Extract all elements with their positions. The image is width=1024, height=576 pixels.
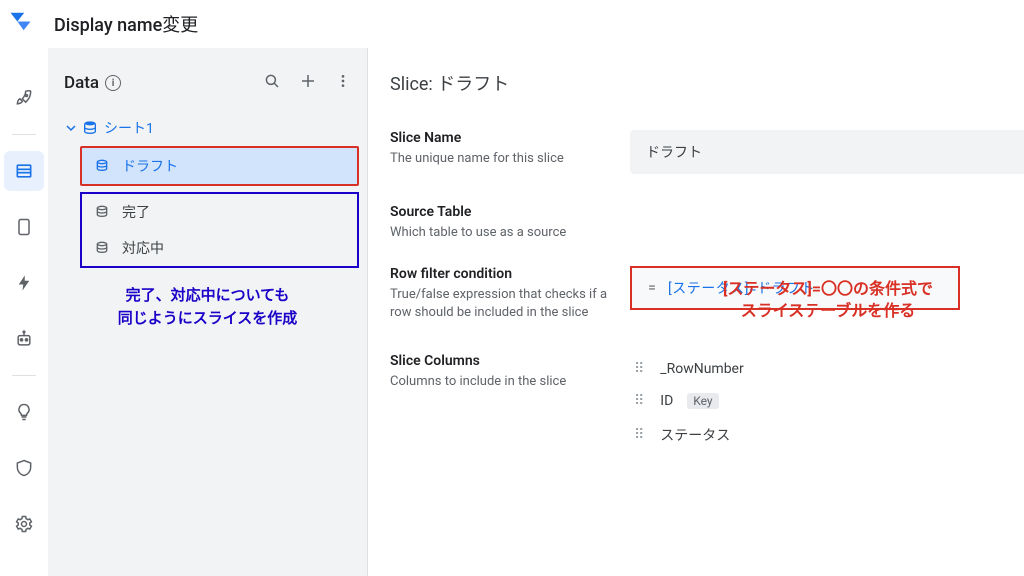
header: Display name変更 bbox=[0, 0, 1024, 48]
slice-name-label: Slice Name bbox=[390, 130, 610, 146]
app-title: Display name変更 bbox=[54, 11, 198, 37]
column-name: ID bbox=[660, 393, 673, 409]
slice-label: 対応中 bbox=[122, 238, 164, 258]
annotation-blue-text: 完了、対応中についても 同じようにスライスを作成 bbox=[56, 284, 359, 329]
slice-columns-label: Slice Columns bbox=[390, 353, 610, 369]
tree-node-root[interactable]: シート1 bbox=[64, 114, 359, 142]
slice-title-prefix: Slice: bbox=[390, 74, 433, 95]
slice-name-sub: The unique name for this slice bbox=[390, 151, 564, 166]
column-item[interactable]: ⠿ ID Key bbox=[630, 385, 1024, 417]
slice-title-value: ドラフト bbox=[437, 74, 509, 95]
slice-title: Slice: ドラフト bbox=[390, 70, 1024, 96]
column-name: _RowNumber bbox=[660, 361, 743, 377]
appsheet-logo-icon bbox=[6, 7, 40, 41]
source-table-sub: Which table to use as a source bbox=[390, 225, 566, 240]
slice-columns-sub: Columns to include in the slice bbox=[390, 374, 566, 389]
slice-item-done[interactable]: 完了 bbox=[82, 194, 357, 230]
add-icon[interactable] bbox=[299, 72, 317, 94]
drag-handle-icon[interactable]: ⠿ bbox=[634, 361, 646, 377]
slice-label: 完了 bbox=[122, 202, 150, 222]
nav-separator2 bbox=[12, 375, 36, 376]
nav-automation[interactable] bbox=[4, 319, 44, 359]
nav-separator bbox=[12, 134, 36, 135]
nav-views[interactable] bbox=[4, 207, 44, 247]
database-icon bbox=[82, 120, 98, 136]
column-item[interactable]: ⠿ ステータス bbox=[630, 417, 1024, 453]
nav-ideas[interactable] bbox=[4, 392, 44, 432]
row-filter-sub: True/false expression that checks if a r… bbox=[390, 287, 607, 320]
slice-item-inprogress[interactable]: 対応中 bbox=[82, 230, 357, 266]
source-table-label: Source Table bbox=[390, 204, 610, 220]
annotation-red-text: [ステータス]=〇〇の条件式で スライステーブルを作る bbox=[648, 278, 1008, 323]
slice-name-input[interactable]: ドラフト bbox=[630, 130, 1024, 174]
column-name: ステータス bbox=[660, 425, 730, 445]
nav-actions[interactable] bbox=[4, 263, 44, 303]
search-icon[interactable] bbox=[263, 72, 281, 94]
data-tree: シート1 ドラフト bbox=[56, 114, 359, 268]
slice-icon bbox=[94, 158, 110, 174]
drag-handle-icon[interactable]: ⠿ bbox=[634, 427, 646, 443]
data-panel-header: Data i bbox=[56, 72, 359, 114]
left-nav-rail bbox=[0, 48, 48, 576]
info-icon[interactable]: i bbox=[105, 75, 121, 91]
data-panel: Data i bbox=[48, 48, 368, 576]
nav-rocket[interactable] bbox=[4, 78, 44, 118]
slice-item-draft[interactable]: ドラフト bbox=[80, 146, 359, 186]
data-panel-title-text: Data bbox=[64, 73, 99, 93]
more-icon[interactable] bbox=[335, 72, 351, 94]
field-slice-columns: Slice Columns Columns to include in the … bbox=[390, 353, 1024, 453]
main-panel: Slice: ドラフト Slice Name The unique name f… bbox=[368, 48, 1024, 576]
row-filter-label: Row filter condition bbox=[390, 266, 610, 282]
chevron-down-icon bbox=[66, 123, 76, 133]
tree-root-label: シート1 bbox=[104, 118, 154, 138]
drag-handle-icon[interactable]: ⠿ bbox=[634, 393, 646, 409]
slice-label: ドラフト bbox=[122, 156, 178, 176]
nav-settings[interactable] bbox=[4, 504, 44, 544]
annotation-blue-box: 完了 対応中 bbox=[80, 192, 359, 268]
field-slice-name: Slice Name The unique name for this slic… bbox=[390, 130, 1024, 174]
slice-icon bbox=[94, 240, 110, 256]
key-badge: Key bbox=[687, 393, 718, 409]
field-source-table: Source Table Which table to use as a sou… bbox=[390, 204, 1024, 242]
slice-columns-list: ⠿ _RowNumber ⠿ ID Key ⠿ ステータス bbox=[630, 353, 1024, 453]
nav-data[interactable] bbox=[4, 151, 44, 191]
column-item[interactable]: ⠿ _RowNumber bbox=[630, 353, 1024, 385]
data-panel-title: Data i bbox=[64, 73, 121, 93]
slice-icon bbox=[94, 204, 110, 220]
nav-security[interactable] bbox=[4, 448, 44, 488]
